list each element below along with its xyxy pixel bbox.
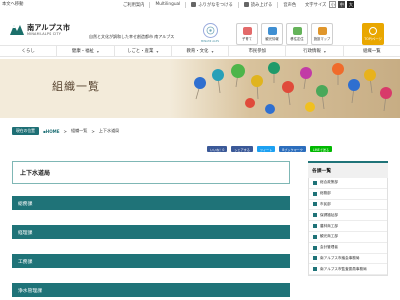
sidebar-item[interactable]: 市民部 <box>309 200 387 211</box>
breadcrumb-separator: > <box>91 128 95 134</box>
color-contrast-link[interactable]: 音声色 <box>277 1 301 8</box>
sidebar-item[interactable]: 農林商工部 <box>309 221 387 232</box>
section-general-affairs[interactable]: 総務課 <box>12 196 290 210</box>
logo-subtitle: MINAMI-ALPS CITY <box>27 32 62 36</box>
hatena-bookmark-button[interactable]: Bブックマーク <box>279 146 306 152</box>
section-water-purification[interactable]: 浄水管理課 <box>12 283 290 297</box>
line-share-button[interactable]: LINEで送る <box>309 146 333 152</box>
utility-links: ご利用案内 Multilingual ふりがなをつける 読み上げる 音声色 <box>118 0 301 9</box>
nav-item-participation[interactable]: 市民参加 <box>228 46 285 56</box>
facebook-share-button[interactable]: シェアする <box>231 146 253 152</box>
global-navigation: くらし 健康・福祉 ▾ しごと・産業 ▾ 教育・文化 ▾ 市民参加 行政情報 ▾ 組織一… <box>0 45 400 57</box>
furigana-button[interactable]: ふりがなをつける <box>185 1 237 8</box>
quick-link-relocation[interactable]: 移住定住 <box>286 23 308 45</box>
badge-text: MINAMI ALPS <box>200 39 220 43</box>
site-tagline: 自然と文化が調和した幸せ創造都市 南アルプス <box>89 34 175 39</box>
quick-link-facility-map[interactable]: 施設マップ <box>311 23 333 45</box>
quick-link-tourism[interactable]: 観光情報 <box>261 23 283 45</box>
breadcrumb-current: 上下水道局 <box>98 128 120 133</box>
map-icon <box>317 27 327 35</box>
furigana-icon <box>191 2 197 7</box>
language-button[interactable]: TOP/ページ <box>362 23 384 45</box>
tourism-icon <box>267 27 277 35</box>
chevron-down-icon: ▾ <box>211 48 214 54</box>
sidebar-item[interactable]: 総務部 <box>309 189 387 200</box>
breadcrumb: 現在の位置 ▪HOME > 組織一覧 > 上下水道局 <box>12 127 119 135</box>
nav-item-administration[interactable]: 行政情報 ▾ <box>285 46 342 56</box>
bullet-icon <box>313 234 317 239</box>
chevron-down-icon: ▾ <box>323 48 326 54</box>
multilingual-link[interactable]: Multilingual <box>149 1 185 8</box>
chevron-down-icon: ▾ <box>156 48 159 54</box>
quick-link-childcare[interactable]: 子育て <box>236 23 258 45</box>
chevron-down-icon: ▾ <box>96 48 99 54</box>
bullet-icon <box>313 213 317 218</box>
sidebar-item[interactable]: 観光商工部 <box>309 232 387 243</box>
site-logo[interactable]: 南アルプス市 MINAMI-ALPS CITY <box>10 22 70 44</box>
department-title: 上下水道局 <box>12 161 290 184</box>
nav-item-living[interactable]: くらし <box>0 46 56 56</box>
bullet-icon <box>313 224 317 229</box>
font-size-controls: 文字サイズ 小 中 大 <box>305 1 355 8</box>
breadcrumb-link-organization[interactable]: 組織一覧 <box>71 128 87 134</box>
globe-icon <box>369 27 377 35</box>
site-header: 南アルプス市 MINAMI-ALPS CITY 自然と文化が調和した幸せ創造都市… <box>0 9 400 45</box>
bullet-icon <box>313 245 317 250</box>
department-sidebar: 各課一覧 総合政策部 総務部 市民部 保健福祉部 農林商工部 観光商工部 会計管… <box>308 161 388 277</box>
bullet-icon <box>313 180 317 185</box>
page-title: 組織一覧 <box>52 80 100 93</box>
guide-link[interactable]: ご利用案内 <box>118 2 149 8</box>
font-size-label: 文字サイズ <box>305 2 327 8</box>
facebook-like-button[interactable]: いいね！0 <box>207 146 228 152</box>
bullet-icon <box>313 202 317 207</box>
read-aloud-button[interactable]: 読み上げる <box>237 1 277 8</box>
sidebar-item[interactable]: 保健福祉部 <box>309 210 387 222</box>
sidebar-item[interactable]: 南アルプス市議会事務局 <box>309 254 387 265</box>
sidebar-heading: 各課一覧 <box>308 161 388 178</box>
bullet-icon <box>313 191 317 196</box>
mountain-logo-icon <box>10 25 24 35</box>
sidebar-list: 総合政策部 総務部 市民部 保健福祉部 農林商工部 観光商工部 会計管理者 南ア… <box>308 178 388 277</box>
tweet-button[interactable]: ツイート <box>256 146 276 152</box>
bullet-icon <box>313 267 317 272</box>
breadcrumb-home-link[interactable]: ▪HOME <box>43 129 60 134</box>
badge-emblem-icon <box>202 23 218 38</box>
section-accounting[interactable]: 経理課 <box>12 225 290 239</box>
speaker-icon <box>243 2 249 7</box>
skip-to-content-link[interactable]: 本文へ移動 <box>2 1 23 7</box>
sidebar-item[interactable]: 会計管理者 <box>309 243 387 254</box>
childcare-icon <box>242 27 252 35</box>
share-buttons: いいね！0 シェアする ツイート Bブックマーク LINEで送る <box>207 146 333 152</box>
utility-bar: 本文へ移動 ご利用案内 Multilingual ふりがなをつける 読み上げる … <box>0 0 400 9</box>
breadcrumb-separator: > <box>63 128 67 134</box>
nav-item-education[interactable]: 教育・文化 ▾ <box>170 46 228 56</box>
font-size-medium-button[interactable]: 中 <box>338 1 346 8</box>
nav-item-organization[interactable]: 組織一覧 <box>342 46 400 56</box>
sidebar-item[interactable]: 南アルプス市監査委員事務局 <box>309 264 387 276</box>
font-size-large-button[interactable]: 大 <box>347 1 355 8</box>
page-banner: 組織一覧 <box>0 59 400 118</box>
sidebar-item[interactable]: 総合政策部 <box>309 178 387 189</box>
pushpins-image <box>170 59 400 118</box>
breadcrumb-current-label: 現在の位置 <box>12 127 39 135</box>
quick-links: 子育て 観光情報 移住定住 施設マップ <box>236 23 333 45</box>
nav-item-work[interactable]: しごと・産業 ▾ <box>113 46 171 56</box>
section-engineering[interactable]: 工務課 <box>12 254 290 268</box>
house-icon <box>292 27 302 35</box>
banner-image <box>170 59 400 118</box>
font-size-small-button[interactable]: 小 <box>329 1 337 8</box>
section-list: 総務課 経理課 工務課 浄水管理課 <box>12 196 290 300</box>
bullet-icon <box>313 256 317 261</box>
nav-item-health[interactable]: 健康・福祉 ▾ <box>56 46 113 56</box>
